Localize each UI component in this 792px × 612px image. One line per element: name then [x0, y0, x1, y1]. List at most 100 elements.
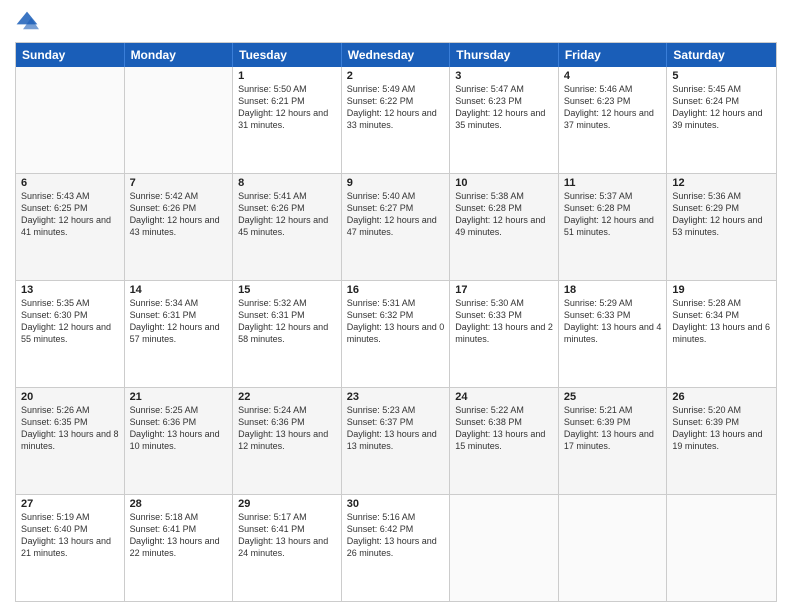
day-cell-21: 21Sunrise: 5:25 AM Sunset: 6:36 PM Dayli…	[125, 388, 234, 494]
day-number: 25	[564, 391, 662, 403]
day-info: Sunrise: 5:42 AM Sunset: 6:26 PM Dayligh…	[130, 190, 228, 239]
day-cell-9: 9Sunrise: 5:40 AM Sunset: 6:27 PM Daylig…	[342, 174, 451, 280]
day-info: Sunrise: 5:25 AM Sunset: 6:36 PM Dayligh…	[130, 404, 228, 453]
day-number: 19	[672, 284, 771, 296]
day-cell-30: 30Sunrise: 5:16 AM Sunset: 6:42 PM Dayli…	[342, 495, 451, 601]
day-cell-5: 5Sunrise: 5:45 AM Sunset: 6:24 PM Daylig…	[667, 67, 776, 173]
day-number: 27	[21, 498, 119, 510]
day-number: 22	[238, 391, 336, 403]
day-number: 8	[238, 177, 336, 189]
calendar-row-1: 6Sunrise: 5:43 AM Sunset: 6:25 PM Daylig…	[16, 173, 776, 280]
day-cell-10: 10Sunrise: 5:38 AM Sunset: 6:28 PM Dayli…	[450, 174, 559, 280]
day-cell-2: 2Sunrise: 5:49 AM Sunset: 6:22 PM Daylig…	[342, 67, 451, 173]
header-day-thursday: Thursday	[450, 43, 559, 67]
day-info: Sunrise: 5:17 AM Sunset: 6:41 PM Dayligh…	[238, 511, 336, 560]
day-cell-14: 14Sunrise: 5:34 AM Sunset: 6:31 PM Dayli…	[125, 281, 234, 387]
day-info: Sunrise: 5:41 AM Sunset: 6:26 PM Dayligh…	[238, 190, 336, 239]
day-cell-1: 1Sunrise: 5:50 AM Sunset: 6:21 PM Daylig…	[233, 67, 342, 173]
day-number: 28	[130, 498, 228, 510]
day-info: Sunrise: 5:22 AM Sunset: 6:38 PM Dayligh…	[455, 404, 553, 453]
day-number: 5	[672, 70, 771, 82]
day-number: 7	[130, 177, 228, 189]
day-cell-27: 27Sunrise: 5:19 AM Sunset: 6:40 PM Dayli…	[16, 495, 125, 601]
day-number: 21	[130, 391, 228, 403]
day-info: Sunrise: 5:19 AM Sunset: 6:40 PM Dayligh…	[21, 511, 119, 560]
day-number: 2	[347, 70, 445, 82]
day-info: Sunrise: 5:45 AM Sunset: 6:24 PM Dayligh…	[672, 83, 771, 132]
day-info: Sunrise: 5:40 AM Sunset: 6:27 PM Dayligh…	[347, 190, 445, 239]
day-number: 18	[564, 284, 662, 296]
header-day-sunday: Sunday	[16, 43, 125, 67]
header-day-monday: Monday	[125, 43, 234, 67]
empty-cell-4-4	[450, 495, 559, 601]
logo-icon	[15, 10, 39, 34]
day-info: Sunrise: 5:34 AM Sunset: 6:31 PM Dayligh…	[130, 297, 228, 346]
day-cell-18: 18Sunrise: 5:29 AM Sunset: 6:33 PM Dayli…	[559, 281, 668, 387]
day-number: 10	[455, 177, 553, 189]
day-info: Sunrise: 5:36 AM Sunset: 6:29 PM Dayligh…	[672, 190, 771, 239]
day-info: Sunrise: 5:24 AM Sunset: 6:36 PM Dayligh…	[238, 404, 336, 453]
empty-cell-0-0	[16, 67, 125, 173]
day-number: 30	[347, 498, 445, 510]
day-number: 16	[347, 284, 445, 296]
day-info: Sunrise: 5:43 AM Sunset: 6:25 PM Dayligh…	[21, 190, 119, 239]
day-info: Sunrise: 5:32 AM Sunset: 6:31 PM Dayligh…	[238, 297, 336, 346]
day-info: Sunrise: 5:29 AM Sunset: 6:33 PM Dayligh…	[564, 297, 662, 346]
day-cell-28: 28Sunrise: 5:18 AM Sunset: 6:41 PM Dayli…	[125, 495, 234, 601]
day-cell-7: 7Sunrise: 5:42 AM Sunset: 6:26 PM Daylig…	[125, 174, 234, 280]
day-info: Sunrise: 5:21 AM Sunset: 6:39 PM Dayligh…	[564, 404, 662, 453]
day-info: Sunrise: 5:16 AM Sunset: 6:42 PM Dayligh…	[347, 511, 445, 560]
day-number: 9	[347, 177, 445, 189]
day-number: 29	[238, 498, 336, 510]
day-info: Sunrise: 5:28 AM Sunset: 6:34 PM Dayligh…	[672, 297, 771, 346]
day-number: 17	[455, 284, 553, 296]
calendar-row-3: 20Sunrise: 5:26 AM Sunset: 6:35 PM Dayli…	[16, 387, 776, 494]
empty-cell-4-5	[559, 495, 668, 601]
day-cell-20: 20Sunrise: 5:26 AM Sunset: 6:35 PM Dayli…	[16, 388, 125, 494]
day-number: 11	[564, 177, 662, 189]
day-cell-11: 11Sunrise: 5:37 AM Sunset: 6:28 PM Dayli…	[559, 174, 668, 280]
day-info: Sunrise: 5:47 AM Sunset: 6:23 PM Dayligh…	[455, 83, 553, 132]
day-cell-23: 23Sunrise: 5:23 AM Sunset: 6:37 PM Dayli…	[342, 388, 451, 494]
day-info: Sunrise: 5:38 AM Sunset: 6:28 PM Dayligh…	[455, 190, 553, 239]
calendar-body: 1Sunrise: 5:50 AM Sunset: 6:21 PM Daylig…	[16, 67, 776, 601]
day-cell-15: 15Sunrise: 5:32 AM Sunset: 6:31 PM Dayli…	[233, 281, 342, 387]
calendar-header-row: SundayMondayTuesdayWednesdayThursdayFrid…	[16, 43, 776, 67]
day-number: 24	[455, 391, 553, 403]
calendar: SundayMondayTuesdayWednesdayThursdayFrid…	[15, 42, 777, 602]
day-cell-12: 12Sunrise: 5:36 AM Sunset: 6:29 PM Dayli…	[667, 174, 776, 280]
empty-cell-0-1	[125, 67, 234, 173]
logo	[15, 10, 43, 34]
header	[15, 10, 777, 34]
day-info: Sunrise: 5:35 AM Sunset: 6:30 PM Dayligh…	[21, 297, 119, 346]
day-cell-19: 19Sunrise: 5:28 AM Sunset: 6:34 PM Dayli…	[667, 281, 776, 387]
day-number: 6	[21, 177, 119, 189]
day-cell-8: 8Sunrise: 5:41 AM Sunset: 6:26 PM Daylig…	[233, 174, 342, 280]
day-cell-22: 22Sunrise: 5:24 AM Sunset: 6:36 PM Dayli…	[233, 388, 342, 494]
day-number: 20	[21, 391, 119, 403]
day-number: 12	[672, 177, 771, 189]
day-cell-26: 26Sunrise: 5:20 AM Sunset: 6:39 PM Dayli…	[667, 388, 776, 494]
empty-cell-4-6	[667, 495, 776, 601]
day-info: Sunrise: 5:26 AM Sunset: 6:35 PM Dayligh…	[21, 404, 119, 453]
day-cell-17: 17Sunrise: 5:30 AM Sunset: 6:33 PM Dayli…	[450, 281, 559, 387]
day-cell-3: 3Sunrise: 5:47 AM Sunset: 6:23 PM Daylig…	[450, 67, 559, 173]
header-day-tuesday: Tuesday	[233, 43, 342, 67]
day-number: 23	[347, 391, 445, 403]
day-cell-13: 13Sunrise: 5:35 AM Sunset: 6:30 PM Dayli…	[16, 281, 125, 387]
day-number: 14	[130, 284, 228, 296]
day-number: 3	[455, 70, 553, 82]
calendar-row-4: 27Sunrise: 5:19 AM Sunset: 6:40 PM Dayli…	[16, 494, 776, 601]
day-number: 13	[21, 284, 119, 296]
day-cell-16: 16Sunrise: 5:31 AM Sunset: 6:32 PM Dayli…	[342, 281, 451, 387]
day-cell-29: 29Sunrise: 5:17 AM Sunset: 6:41 PM Dayli…	[233, 495, 342, 601]
page: SundayMondayTuesdayWednesdayThursdayFrid…	[0, 0, 792, 612]
day-info: Sunrise: 5:50 AM Sunset: 6:21 PM Dayligh…	[238, 83, 336, 132]
day-cell-6: 6Sunrise: 5:43 AM Sunset: 6:25 PM Daylig…	[16, 174, 125, 280]
day-number: 4	[564, 70, 662, 82]
calendar-row-0: 1Sunrise: 5:50 AM Sunset: 6:21 PM Daylig…	[16, 67, 776, 173]
header-day-wednesday: Wednesday	[342, 43, 451, 67]
day-info: Sunrise: 5:46 AM Sunset: 6:23 PM Dayligh…	[564, 83, 662, 132]
day-number: 1	[238, 70, 336, 82]
day-info: Sunrise: 5:31 AM Sunset: 6:32 PM Dayligh…	[347, 297, 445, 346]
